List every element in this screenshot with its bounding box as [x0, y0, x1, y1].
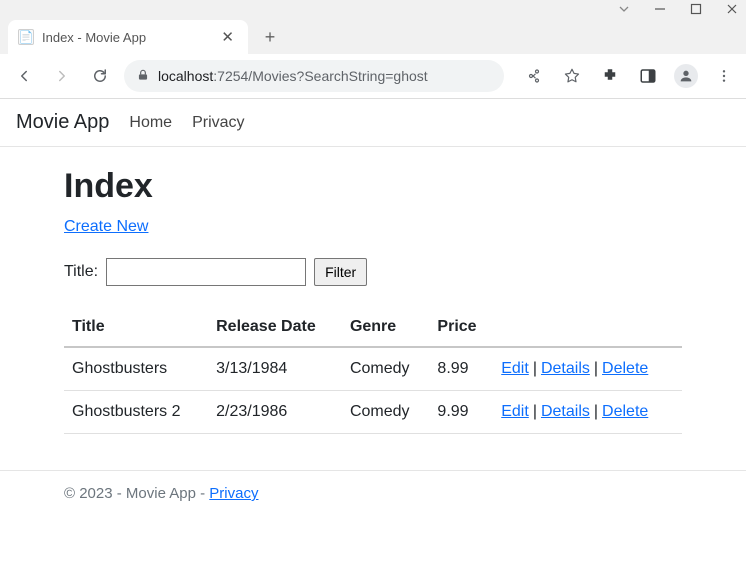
minimize-icon[interactable]: [654, 3, 666, 15]
forward-button[interactable]: [48, 62, 76, 90]
cell-genre: Comedy: [342, 347, 429, 391]
chevron-down-icon[interactable]: [618, 3, 630, 15]
app-navbar: Movie App Home Privacy: [0, 99, 746, 147]
file-icon: 📄: [18, 29, 34, 45]
share-icon[interactable]: [522, 64, 546, 88]
browser-chrome: 📄 Index - Movie App ✕ + localhost:7254/M…: [0, 0, 746, 99]
tab-strip: 📄 Index - Movie App ✕ +: [0, 18, 746, 54]
edit-link[interactable]: Edit: [501, 403, 529, 420]
cell-release_date: 2/23/1986: [208, 391, 342, 434]
table-row: Ghostbusters 22/23/1986Comedy9.99Edit|De…: [64, 391, 682, 434]
separator: |: [590, 403, 602, 420]
side-panel-icon[interactable]: [636, 64, 660, 88]
create-new-link[interactable]: Create New: [64, 218, 148, 235]
page-content: Movie App Home Privacy Index Create New …: [0, 99, 746, 516]
lock-icon: [136, 68, 150, 85]
star-icon[interactable]: [560, 64, 584, 88]
col-title: Title: [64, 308, 208, 347]
col-actions: [493, 308, 682, 347]
footer: © 2023 - Movie App - Privacy: [0, 470, 746, 516]
reload-button[interactable]: [86, 62, 114, 90]
details-link[interactable]: Details: [541, 403, 590, 420]
address-bar[interactable]: localhost:7254/Movies?SearchString=ghost: [124, 60, 504, 92]
window-controls: [0, 0, 746, 18]
profile-avatar[interactable]: [674, 64, 698, 88]
edit-link[interactable]: Edit: [501, 360, 529, 377]
menu-icon[interactable]: [712, 64, 736, 88]
browser-toolbar: localhost:7254/Movies?SearchString=ghost: [0, 54, 746, 98]
main-container: Index Create New Title: Filter Title Rel…: [0, 147, 746, 446]
new-tab-button[interactable]: +: [256, 23, 284, 51]
cell-title: Ghostbusters: [64, 347, 208, 391]
cell-actions: Edit|Details|Delete: [493, 391, 682, 434]
movies-table: Title Release Date Genre Price Ghostbust…: [64, 308, 682, 434]
cell-price: 9.99: [429, 391, 493, 434]
url-host: localhost: [158, 68, 213, 84]
url-path: :7254/Movies?SearchString=ghost: [213, 68, 427, 84]
tab-close-icon[interactable]: ✕: [217, 28, 238, 46]
back-button[interactable]: [10, 62, 38, 90]
search-label: Title:: [64, 263, 98, 281]
cell-actions: Edit|Details|Delete: [493, 347, 682, 391]
filter-button[interactable]: Filter: [314, 258, 367, 286]
url-text: localhost:7254/Movies?SearchString=ghost: [158, 68, 428, 84]
cell-genre: Comedy: [342, 391, 429, 434]
title-search-input[interactable]: [106, 258, 306, 286]
table-row: Ghostbusters3/13/1984Comedy8.99Edit|Deta…: [64, 347, 682, 391]
brand[interactable]: Movie App: [16, 111, 109, 134]
tab-title: Index - Movie App: [42, 30, 209, 45]
toolbar-right-icons: [522, 64, 736, 88]
page-title: Index: [64, 167, 682, 206]
nav-link-home[interactable]: Home: [129, 114, 172, 132]
col-price: Price: [429, 308, 493, 347]
extensions-icon[interactable]: [598, 64, 622, 88]
footer-privacy-link[interactable]: Privacy: [209, 485, 258, 502]
delete-link[interactable]: Delete: [602, 403, 648, 420]
separator: |: [529, 360, 541, 377]
table-header-row: Title Release Date Genre Price: [64, 308, 682, 347]
footer-text: © 2023 - Movie App -: [64, 485, 209, 502]
cell-title: Ghostbusters 2: [64, 391, 208, 434]
close-icon[interactable]: [726, 3, 738, 15]
search-form: Title: Filter: [64, 258, 682, 286]
maximize-icon[interactable]: [690, 3, 702, 15]
nav-link-privacy[interactable]: Privacy: [192, 114, 244, 132]
details-link[interactable]: Details: [541, 360, 590, 377]
cell-release_date: 3/13/1984: [208, 347, 342, 391]
col-release-date: Release Date: [208, 308, 342, 347]
separator: |: [590, 360, 602, 377]
cell-price: 8.99: [429, 347, 493, 391]
browser-tab[interactable]: 📄 Index - Movie App ✕: [8, 20, 248, 54]
delete-link[interactable]: Delete: [602, 360, 648, 377]
col-genre: Genre: [342, 308, 429, 347]
separator: |: [529, 403, 541, 420]
